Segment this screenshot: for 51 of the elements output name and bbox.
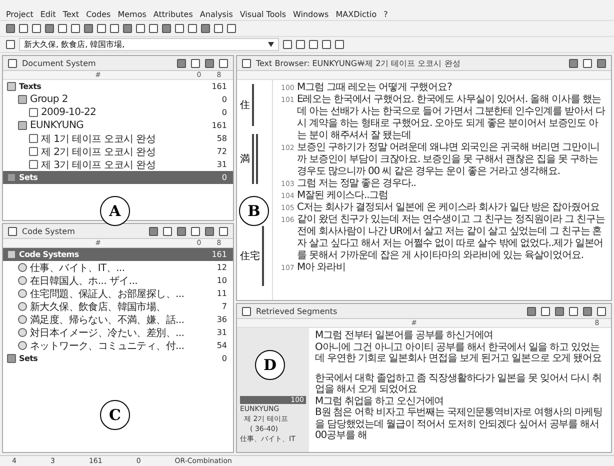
- menu-item[interactable]: MAXDictio: [336, 10, 377, 18]
- menu-item[interactable]: Text: [62, 10, 80, 18]
- code-stripe[interactable]: 満: [237, 134, 272, 184]
- tree-item[interactable]: Sets 0: [3, 171, 233, 184]
- segment-text: M그럼 취업을 하고 오신거에여: [315, 396, 445, 407]
- segment-text: B원 첨은 어학 비자고 두번째는 국제인문통역비자로 여행사의 마케팅을 담당했었는데 월급이 적어서 도저히 안되겠다 싶어서 공부를 해서 00공부를 해: [315, 407, 604, 442]
- menu-item[interactable]: Edit: [40, 10, 56, 18]
- tree-item[interactable]: Group 2 0: [3, 93, 233, 106]
- tree-item[interactable]: 対日本イメージ、冷たい、差別、... 31: [3, 326, 233, 339]
- tree-item[interactable]: 仕事、バイト、IT、... 12: [3, 261, 233, 274]
- menu-item[interactable]: Analysis: [200, 10, 233, 18]
- segment-text: O아니에 그건 아니고 아이티 공부를 해서 한국에서 일을 하고 있었는데 우연한 기회로 일본회사 면접을 보게 된거고 일본으로 오게 됐어요: [315, 342, 602, 364]
- tree-item[interactable]: EUNKYUNG 161: [3, 119, 233, 132]
- menu-item[interactable]: Windows: [293, 10, 329, 18]
- tree-item[interactable]: 在日韓国人、ホ... ザイ... 10: [3, 274, 233, 287]
- document-icon: [29, 108, 38, 117]
- panel-icon: [242, 306, 251, 316]
- tree-item[interactable]: 제 1기 테이프 오코시 완성 58: [3, 132, 233, 145]
- panel-title: Document System: [22, 58, 97, 68]
- panel-icon: [242, 58, 251, 68]
- segment-text: M그럼 전부터 일본어를 공부를 하신거에여: [315, 330, 494, 342]
- tree-item[interactable]: Texts 161: [3, 80, 233, 93]
- caret-icon: [268, 42, 274, 47]
- panel-title: Retrieved Segments: [256, 306, 338, 316]
- folder-icon: [7, 354, 16, 363]
- tree-item[interactable]: 제 3기 테이프 오코시 완성 31: [3, 158, 233, 171]
- panel-title: Code System: [22, 226, 76, 236]
- tree-item[interactable]: 住宅問題、保証人、お部屋探し、... 11: [3, 287, 233, 300]
- tree-item[interactable]: Sets 0: [3, 352, 233, 365]
- folder-icon: [18, 121, 27, 130]
- folder-icon: [7, 173, 16, 182]
- panel-icon: [8, 58, 17, 68]
- tree-item[interactable]: ネットワーク、コミュニティ、付... 54: [3, 339, 233, 352]
- menu-item[interactable]: Attributes: [153, 10, 193, 18]
- menu-item[interactable]: Project: [6, 10, 34, 18]
- tree-item[interactable]: Code Systems 161: [3, 248, 233, 261]
- menu-item[interactable]: ?: [384, 10, 388, 18]
- code-stripe[interactable]: 住宅: [237, 226, 272, 286]
- menu-item[interactable]: Codes: [86, 10, 111, 18]
- panel-icon: [8, 226, 17, 236]
- tree-item[interactable]: 満足度、帰らない、不満、嫌、話... 36: [3, 313, 233, 326]
- menu-item[interactable]: Visual Tools: [240, 10, 286, 18]
- folder-icon: [7, 250, 16, 259]
- tree-item[interactable]: 제 2기 테이프 오코시 완성 72: [3, 145, 233, 158]
- segment-text: 한국에서 대학 졸업하고 좀 직장생활하다가 일본을 못 잊어서 다시 취업을 해서 오게 되었어요: [315, 372, 602, 396]
- panel-title: Text Browser: EUNKYUNG￦제 2기 테이프 오코시 완성: [256, 58, 462, 68]
- tree-item[interactable]: 新大久保、飲食店、韓国市場、 7: [3, 300, 233, 313]
- code-select[interactable]: 新大久保, 飲食店, 韓国市場,: [19, 38, 279, 51]
- tree-item[interactable]: 2009-10-22 0: [3, 106, 233, 119]
- menu-item[interactable]: Memos: [118, 10, 146, 18]
- code-stripe[interactable]: 住: [237, 84, 272, 126]
